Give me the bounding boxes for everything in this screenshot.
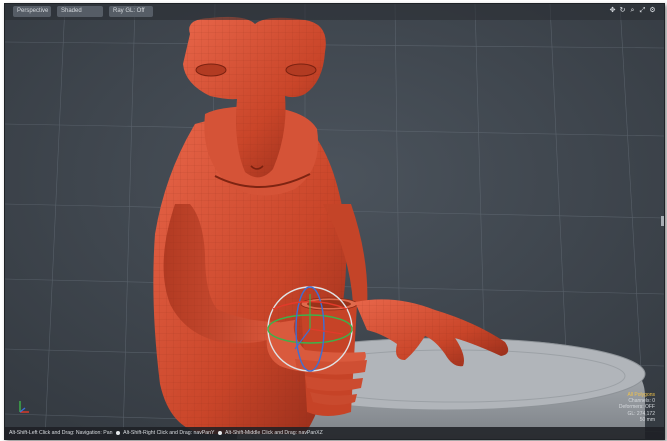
maximize-icon[interactable]: ⤢ <box>639 7 646 14</box>
tab-shaded[interactable]: Shaded <box>57 6 103 17</box>
right-eye <box>285 63 317 77</box>
settings-icon[interactable]: ⚙ <box>649 7 656 14</box>
tab-label: Shaded <box>61 8 82 14</box>
viewport-controls: ✥ ↻ ⌕ ⤢ ⚙ <box>609 7 656 17</box>
rotate-view-icon[interactable]: ↻ <box>619 7 626 14</box>
tab-perspective[interactable]: Perspective <box>13 6 51 17</box>
3d-viewport[interactable] <box>5 4 664 439</box>
status-hint: Alt-Shift-Right Click and Drag: navPanY <box>123 430 215 436</box>
status-hint: Alt-Shift-Left Click and Drag: Navigatio… <box>9 430 113 436</box>
tab-raygl[interactable]: Ray GL: Off <box>109 6 153 17</box>
tab-label: Perspective <box>17 8 49 14</box>
bullet-icon <box>115 430 120 435</box>
bullet-icon <box>217 430 222 435</box>
zoom-view-icon[interactable]: ⌕ <box>629 7 636 14</box>
axis-orientation-icon <box>19 401 29 413</box>
tab-label: Ray GL: Off <box>113 8 145 14</box>
left-eye <box>195 63 227 77</box>
lens-readout: 50 mm <box>639 416 655 423</box>
deformers-readout: Deformers: OFF <box>618 404 655 411</box>
viewport-info: All Polygons Channels: 0 Deformers: OFF … <box>619 392 655 423</box>
move-view-icon[interactable]: ✥ <box>609 7 616 14</box>
status-bar: Alt-Shift-Left Click and Drag: Navigatio… <box>5 427 664 439</box>
panel-resize-handle[interactable] <box>661 216 664 226</box>
viewport-header: Perspective Shaded Ray GL: Off ✥ ↻ ⌕ ⤢ ⚙ <box>5 4 664 20</box>
viewport-window[interactable]: Perspective Shaded Ray GL: Off ✥ ↻ ⌕ ⤢ ⚙… <box>4 3 665 440</box>
status-hint: Alt-Shift-Middle Click and Drag: navPanX… <box>225 430 323 436</box>
